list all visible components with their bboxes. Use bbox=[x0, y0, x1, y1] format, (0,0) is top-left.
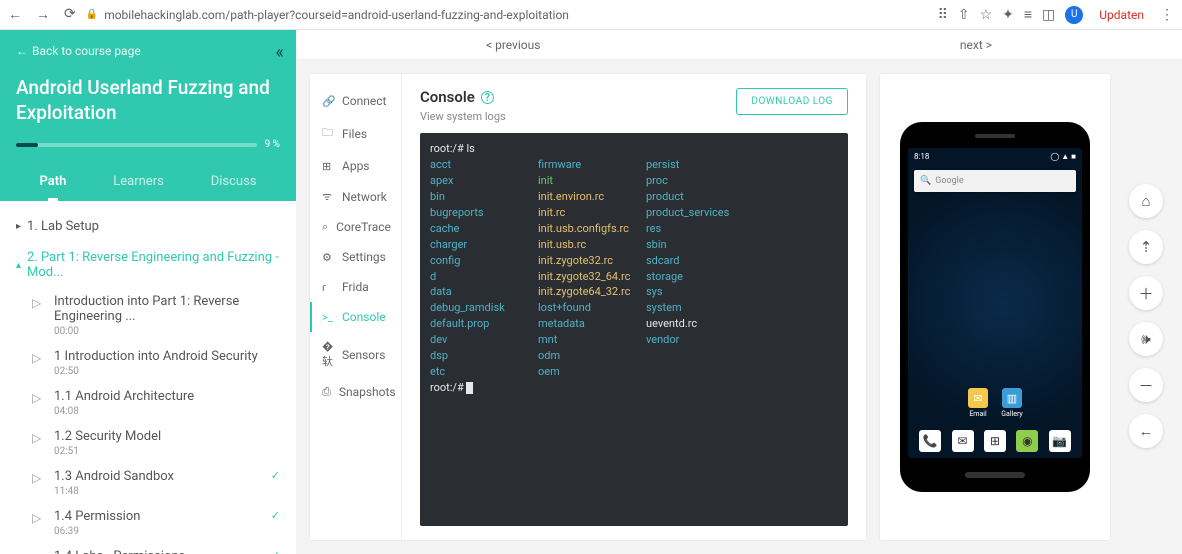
collapse-sidebar-icon[interactable]: « bbox=[276, 42, 284, 63]
app-gallery[interactable]: ▥Gallery bbox=[1001, 388, 1023, 418]
tool-snapshots[interactable]: ⎙Snapshots bbox=[310, 377, 401, 407]
float-btn-3[interactable]: 🕪 bbox=[1129, 322, 1163, 356]
lock-icon: 🔒 bbox=[86, 9, 98, 20]
reload-icon[interactable]: ⟳ bbox=[64, 6, 76, 23]
dock-icon-1[interactable]: ✉ bbox=[952, 430, 974, 452]
section-row[interactable]: ▴2. Part 1: Reverse Engineering and Fuzz… bbox=[0, 242, 296, 288]
tool-settings[interactable]: ⚙Settings bbox=[310, 242, 401, 272]
tab-discuss[interactable]: Discuss bbox=[207, 164, 261, 201]
tool-console[interactable]: >_Console bbox=[310, 302, 401, 332]
tool-connect[interactable]: 🔗Connect bbox=[310, 86, 401, 116]
tool-sensors[interactable]: �轪Sensors bbox=[310, 332, 401, 377]
phone-status-icons: ◯ ▲ ■ bbox=[1050, 152, 1076, 161]
network-icon: ᯤ bbox=[322, 189, 334, 204]
play-icon: ▷ bbox=[32, 511, 46, 525]
lesson-item[interactable]: ▷1.1 Android Architecture04:08 bbox=[0, 383, 296, 423]
check-icon: ✓ bbox=[271, 469, 280, 482]
arrow-left-icon: ← bbox=[16, 44, 28, 58]
extensions-icon[interactable]: ✦ bbox=[1002, 7, 1014, 23]
app-email[interactable]: ✉Email bbox=[967, 388, 989, 418]
dock-icon-4[interactable]: 📷 bbox=[1049, 430, 1071, 452]
coretrace-icon: ⌕ bbox=[322, 220, 328, 234]
connect-icon: 🔗 bbox=[322, 95, 334, 108]
kebab-icon[interactable]: ⋮ bbox=[1160, 7, 1174, 23]
snapshots-icon: ⎙ bbox=[322, 385, 331, 399]
back-to-course-link[interactable]: ← Back to course page bbox=[16, 44, 280, 58]
dock-icon-0[interactable]: 📞 bbox=[919, 430, 941, 452]
panel-icon[interactable]: ◫ bbox=[1042, 7, 1055, 23]
play-icon: ▷ bbox=[32, 296, 46, 310]
console-title: Console ? bbox=[420, 88, 506, 106]
tab-path[interactable]: Path bbox=[35, 164, 70, 201]
files-icon: 🗀 bbox=[322, 124, 334, 143]
tool-network[interactable]: ᯤNetwork bbox=[310, 181, 401, 212]
play-icon: ▷ bbox=[32, 391, 46, 405]
lesson-item[interactable]: ▷1.4 Labs - Permissions07:39✓ bbox=[0, 543, 296, 554]
apps-icon: ⊞ bbox=[322, 160, 334, 173]
check-icon: ✓ bbox=[271, 549, 280, 554]
course-sidebar: ← Back to course page « Android Userland… bbox=[0, 30, 296, 554]
lesson-item[interactable]: ▷1 Introduction into Android Security02:… bbox=[0, 343, 296, 383]
lesson-item[interactable]: ▷1.2 Security Model02:51 bbox=[0, 423, 296, 463]
dock-icon-3[interactable]: ◉ bbox=[1016, 430, 1038, 452]
float-btn-0[interactable]: ⌂ bbox=[1129, 184, 1163, 218]
progress-percent: 9 % bbox=[265, 139, 280, 150]
float-btn-2[interactable]: ＋ bbox=[1129, 276, 1163, 310]
check-icon: ✓ bbox=[271, 509, 280, 522]
tool-coretrace[interactable]: ⌕CoreTrace bbox=[310, 212, 401, 242]
section-row[interactable]: ▸1. Lab Setup bbox=[0, 211, 296, 242]
phone-search[interactable]: 🔍 Google bbox=[914, 170, 1076, 192]
next-link[interactable]: next > bbox=[960, 38, 992, 52]
float-btn-4[interactable]: － bbox=[1129, 368, 1163, 402]
play-icon: ▷ bbox=[32, 351, 46, 365]
lesson-item[interactable]: ▷1.4 Permission06:39✓ bbox=[0, 503, 296, 543]
lesson-item[interactable]: ▷1.3 Android Sandbox11:48✓ bbox=[0, 463, 296, 503]
settings-icon: ⚙ bbox=[322, 251, 334, 264]
tool-apps[interactable]: ⊞Apps bbox=[310, 151, 401, 181]
share-icon[interactable]: ⇧ bbox=[958, 7, 970, 23]
console-icon: >_ bbox=[322, 311, 334, 324]
console-subtitle: View system logs bbox=[420, 110, 506, 123]
forward-icon[interactable]: → bbox=[36, 6, 50, 23]
floating-toolbar: ⌂ ⇡ ＋ 🕪 － ← bbox=[1124, 74, 1168, 540]
device-card: 8:18 ◯ ▲ ■ 🔍 Google ✉Email ▥Gallery 📞 ✉ ⊞ ◉ 📷 bbox=[880, 74, 1110, 540]
lesson-item[interactable]: ▷Introduction into Part 1: Reverse Engin… bbox=[0, 288, 296, 343]
prev-link[interactable]: < previous bbox=[486, 38, 540, 52]
browser-chrome: ← → ⟳ 🔒 mobilehackinglab.com/path-player… bbox=[0, 0, 1182, 30]
search-icon: 🔍 bbox=[920, 176, 931, 186]
address-bar[interactable]: 🔒 mobilehackinglab.com/path-player?cours… bbox=[86, 8, 569, 22]
url-text: mobilehackinglab.com/path-player?coursei… bbox=[104, 8, 569, 22]
play-icon: ▷ bbox=[32, 471, 46, 485]
tab-learners[interactable]: Learners bbox=[109, 164, 168, 201]
terminal[interactable]: root:/# lsacctfirmwarepersistapexinitpro… bbox=[420, 133, 848, 526]
phone-screen[interactable]: 8:18 ◯ ▲ ■ 🔍 Google ✉Email ▥Gallery 📞 ✉ ⊞ ◉ 📷 bbox=[908, 148, 1082, 458]
phone-frame: 8:18 ◯ ▲ ■ 🔍 Google ✉Email ▥Gallery 📞 ✉ ⊞ ◉ 📷 bbox=[900, 122, 1090, 492]
float-btn-1[interactable]: ⇡ bbox=[1129, 230, 1163, 264]
download-log-button[interactable]: DOWNLOAD LOG bbox=[736, 88, 848, 115]
dock-icon-2[interactable]: ⊞ bbox=[984, 430, 1006, 452]
play-icon: ▷ bbox=[32, 431, 46, 445]
tool-files[interactable]: 🗀Files bbox=[310, 116, 401, 151]
translate-icon[interactable]: ⠿ bbox=[938, 7, 948, 23]
caret-icon: ▴ bbox=[16, 260, 21, 271]
tool-nav: 🔗Connect🗀Files⊞AppsᯤNetwork⌕CoreTrace⚙Se… bbox=[310, 74, 402, 540]
back-icon[interactable]: ← bbox=[8, 6, 22, 23]
help-icon[interactable]: ? bbox=[481, 91, 494, 104]
phone-time: 8:18 bbox=[914, 152, 929, 161]
progress-bar bbox=[16, 143, 257, 147]
caret-icon: ▸ bbox=[16, 221, 21, 232]
progress-row: 9 % bbox=[16, 139, 280, 164]
float-btn-5[interactable]: ← bbox=[1129, 414, 1163, 448]
sensors-icon: �轪 bbox=[322, 340, 334, 369]
profile-avatar[interactable]: U bbox=[1065, 6, 1083, 24]
pager: < previous next > bbox=[296, 30, 1182, 60]
frida-icon: ɾ bbox=[322, 281, 334, 294]
tool-frida[interactable]: ɾFrida bbox=[310, 272, 401, 302]
update-button[interactable]: Updaten bbox=[1093, 6, 1150, 24]
star-icon[interactable]: ☆ bbox=[980, 7, 993, 23]
list-icon[interactable]: ≡ bbox=[1024, 6, 1032, 23]
course-title: Android Userland Fuzzing and Exploitatio… bbox=[16, 76, 280, 125]
